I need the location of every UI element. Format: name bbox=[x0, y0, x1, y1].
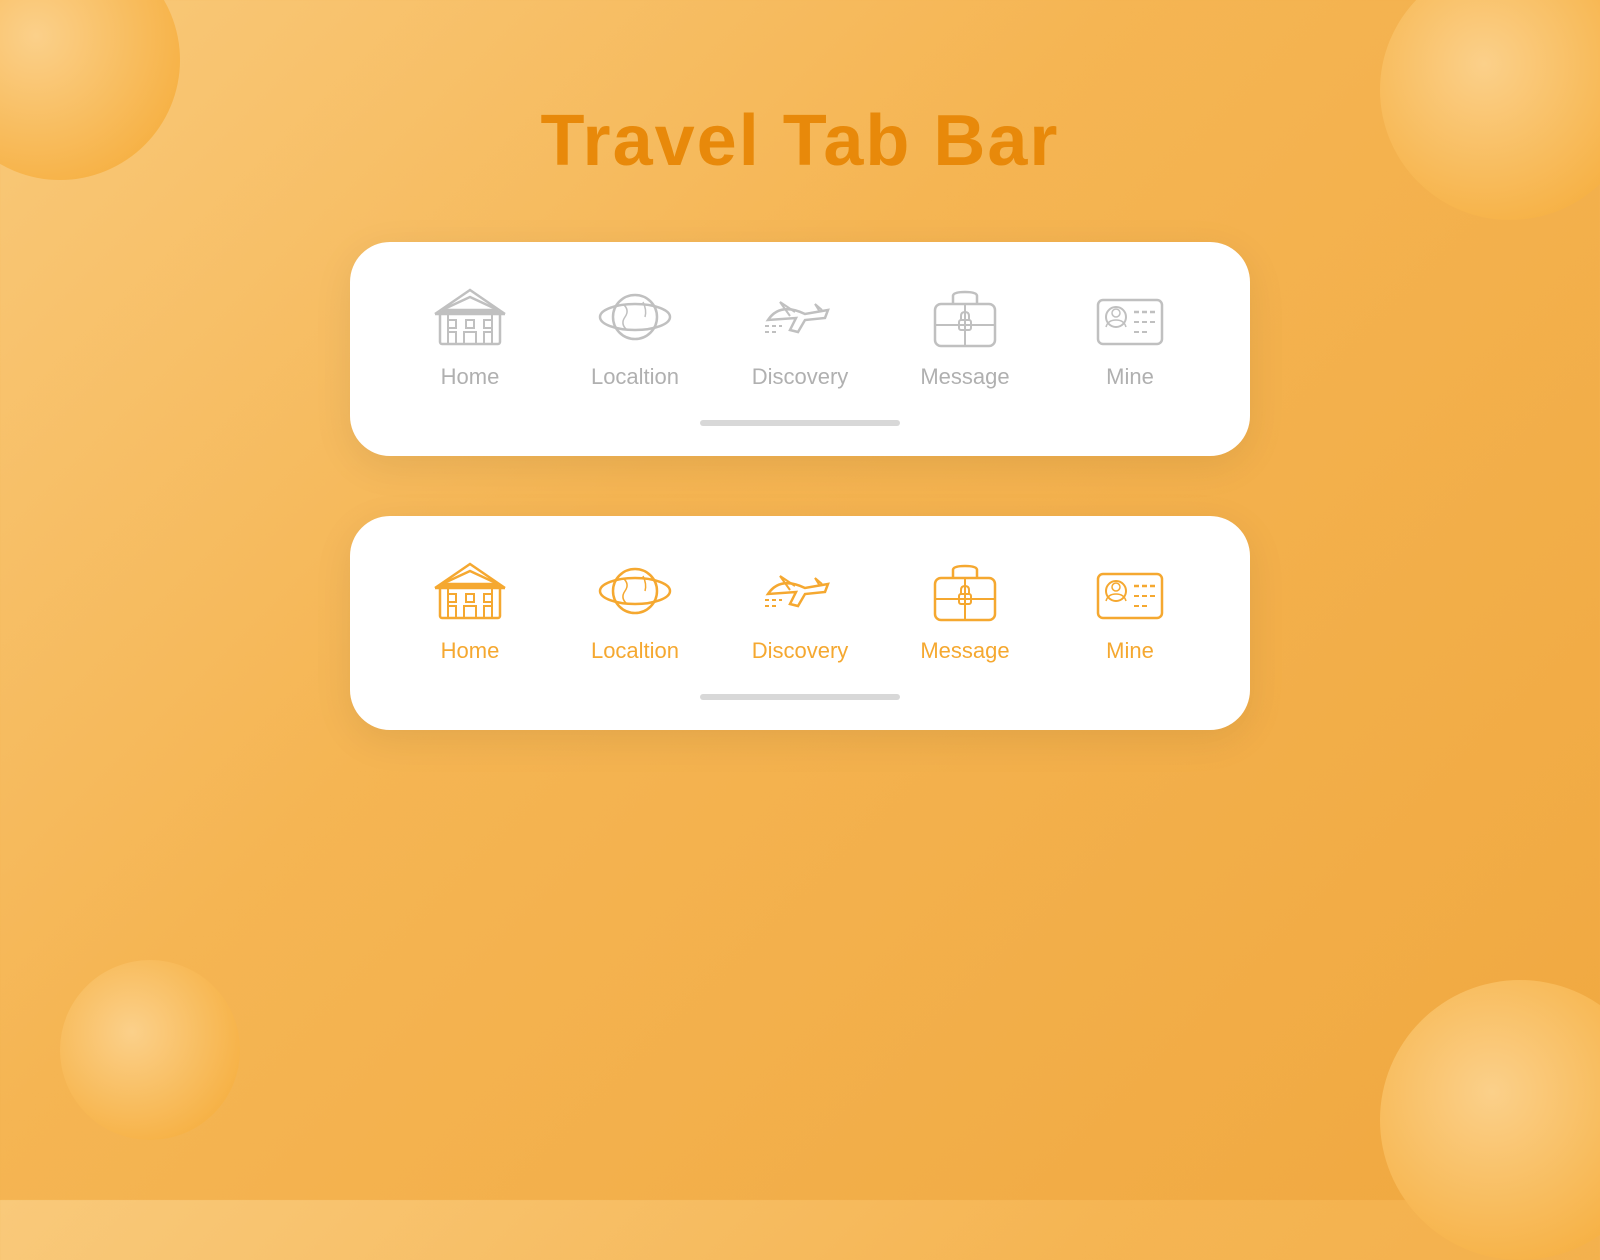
tab-bar-active: Home Localtion bbox=[350, 516, 1250, 730]
tab-label-message-active: Message bbox=[920, 638, 1009, 664]
tab-item-discovery-inactive[interactable]: Discovery bbox=[740, 282, 860, 390]
discovery-icon bbox=[760, 282, 840, 352]
tab-label-mine-active: Mine bbox=[1106, 638, 1154, 664]
tab-label-location-inactive: Localtion bbox=[591, 364, 679, 390]
tab-label-discovery-inactive: Discovery bbox=[752, 364, 849, 390]
home-icon bbox=[430, 282, 510, 352]
tab-bar-inactive: Home Localtion bbox=[350, 242, 1250, 456]
location-icon bbox=[595, 282, 675, 352]
tab-item-location-active[interactable]: Localtion bbox=[575, 556, 695, 664]
tab-item-discovery-active[interactable]: Discovery bbox=[740, 556, 860, 664]
tab-label-mine-inactive: Mine bbox=[1106, 364, 1154, 390]
tab-item-message-active[interactable]: Message bbox=[905, 556, 1025, 664]
mine-icon bbox=[1090, 282, 1170, 352]
tab-item-location-inactive[interactable]: Localtion bbox=[575, 282, 695, 390]
tab-label-location-active: Localtion bbox=[591, 638, 679, 664]
tab-item-message-inactive[interactable]: Message bbox=[905, 282, 1025, 390]
tab-bar-items-active: Home Localtion bbox=[410, 556, 1190, 664]
tab-label-home-active: Home bbox=[441, 638, 500, 664]
tab-label-message-inactive: Message bbox=[920, 364, 1009, 390]
tab-item-home-inactive[interactable]: Home bbox=[410, 282, 530, 390]
message-icon-active bbox=[925, 556, 1005, 626]
mine-icon-active bbox=[1090, 556, 1170, 626]
message-icon bbox=[925, 282, 1005, 352]
tab-indicator-inactive bbox=[700, 420, 900, 426]
tab-item-home-active[interactable]: Home bbox=[410, 556, 530, 664]
tab-label-home-inactive: Home bbox=[441, 364, 500, 390]
tab-label-discovery-active: Discovery bbox=[752, 638, 849, 664]
decorative-circle-bottom-right bbox=[1380, 980, 1600, 1260]
page-title: Travel Tab Bar bbox=[541, 100, 1060, 182]
tab-item-mine-inactive[interactable]: Mine bbox=[1070, 282, 1190, 390]
home-icon-active bbox=[430, 556, 510, 626]
tab-item-mine-active[interactable]: Mine bbox=[1070, 556, 1190, 664]
tab-indicator-active bbox=[700, 694, 900, 700]
tab-bar-items-inactive: Home Localtion bbox=[410, 282, 1190, 390]
location-icon-active bbox=[595, 556, 675, 626]
discovery-icon-active bbox=[760, 556, 840, 626]
decorative-circle-bottom-left bbox=[60, 960, 240, 1140]
